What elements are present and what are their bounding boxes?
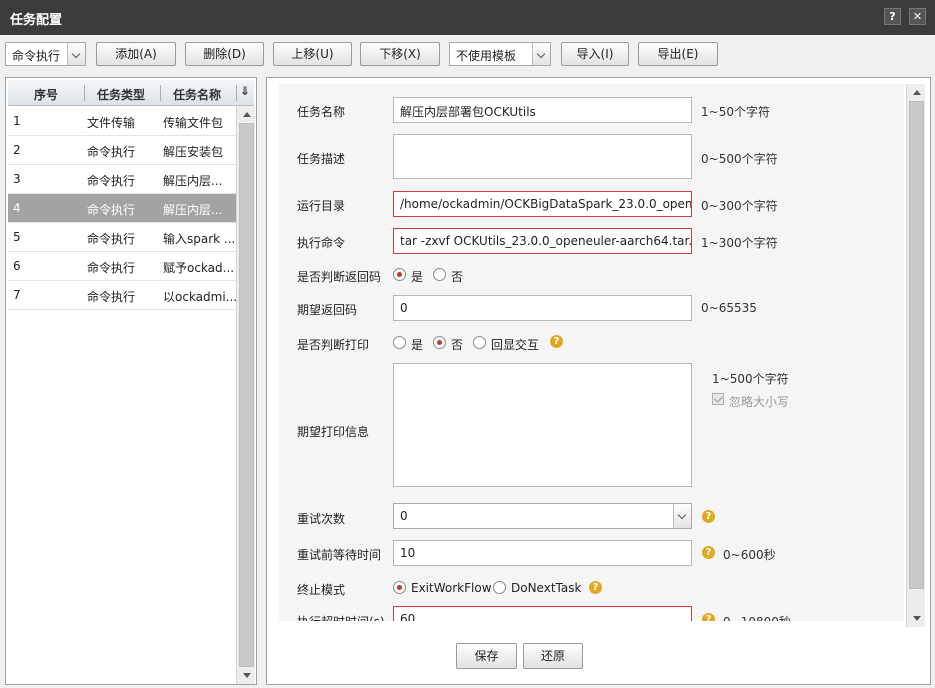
ignore-case-label[interactable]: 忽略大小写 (729, 393, 789, 410)
retry-count-select[interactable]: 0 (393, 503, 692, 529)
check-print-yes-radio[interactable] (393, 336, 406, 349)
close-button[interactable]: ✕ (909, 8, 926, 25)
chevron-down-icon[interactable] (532, 43, 550, 65)
task-desc-textarea[interactable] (393, 134, 692, 179)
task-form: 任务名称 解压内层部署包OCKUtils 1~50个字符 任务描述 0~500个… (279, 84, 904, 621)
window-titlebar: 任务配置 ? ✕ (0, 0, 935, 35)
table-row[interactable]: 1 文件传输 传输文件包 (8, 107, 238, 136)
expected-return-hint: 0~65535 (701, 301, 757, 315)
check-print-echo-radio[interactable] (473, 336, 486, 349)
exec-cmd-input[interactable]: tar -zxvf OCKUtils_23.0.0_openeuler-aarc… (393, 228, 692, 254)
expected-print-hint: 1~500个字符 (712, 372, 789, 386)
scroll-up-icon[interactable] (237, 106, 255, 122)
question-icon[interactable]: ? (589, 581, 602, 594)
window-title: 任务配置 (10, 13, 63, 28)
retry-wait-hint: 0~600秒 (723, 548, 776, 562)
table-row[interactable]: 5 命令执行 输入spark ... (8, 223, 238, 252)
retry-count-value: 0 (400, 509, 408, 523)
scroll-thumb[interactable] (239, 123, 254, 667)
exec-cmd-label: 执行命令 (297, 236, 346, 250)
restore-button[interactable]: 还原 (523, 643, 583, 669)
header-no: 序号 (34, 88, 59, 102)
header-type: 任务类型 (97, 88, 146, 102)
stop-mode-next-radio[interactable] (493, 581, 506, 594)
exec-timeout-hint: 0~10800秒 (723, 613, 791, 621)
task-type-select-value: 命令执行 (12, 49, 61, 63)
import-button[interactable]: 导入(I) (561, 42, 629, 66)
stop-mode-exit-radio[interactable] (393, 581, 406, 594)
expected-return-input[interactable]: 0 (393, 295, 692, 321)
task-desc-hint: 0~500个字符 (701, 152, 778, 166)
run-dir-label: 运行目录 (297, 199, 346, 213)
stop-mode-label: 终止模式 (297, 583, 346, 597)
expected-return-label: 期望返回码 (297, 303, 358, 317)
expected-print-textarea[interactable] (393, 363, 692, 487)
check-return-no-label[interactable]: 否 (451, 268, 463, 285)
expected-print-label: 期望打印信息 (297, 425, 370, 439)
exec-timeout-input[interactable]: 60 (393, 606, 692, 621)
question-icon[interactable]: ? (702, 546, 715, 559)
exec-timeout-label: 执行超时时间(s) (297, 613, 385, 621)
table-row[interactable]: 7 命令执行 以ockadmi... (8, 281, 238, 310)
scroll-thumb[interactable] (909, 101, 924, 589)
chevron-down-icon[interactable] (67, 43, 85, 65)
table-row[interactable]: 3 命令执行 解压内层... (8, 165, 238, 194)
task-desc-label: 任务描述 (297, 152, 346, 166)
retry-count-label: 重试次数 (297, 512, 346, 526)
check-return-label: 是否判断返回码 (297, 270, 382, 284)
check-print-yes-label[interactable]: 是 (411, 336, 423, 353)
check-print-no-radio[interactable] (433, 336, 446, 349)
table-row-selected[interactable]: 4 命令执行 解压内层... (8, 194, 238, 223)
table-row[interactable]: 2 命令执行 解压安装包 (8, 136, 238, 165)
exec-cmd-hint: 1~300个字符 (701, 236, 778, 250)
run-dir-hint: 0~300个字符 (701, 199, 778, 213)
check-print-label: 是否判断打印 (297, 338, 370, 352)
ignore-case-checkbox[interactable] (712, 393, 724, 405)
check-print-no-label[interactable]: 否 (451, 336, 463, 353)
question-icon[interactable]: ? (550, 335, 563, 348)
task-name-label: 任务名称 (297, 105, 346, 119)
template-select[interactable]: 不使用模板 (449, 42, 551, 66)
move-up-button[interactable]: 上移(U) (273, 42, 352, 66)
header-name: 任务名称 (173, 88, 222, 102)
scroll-up-icon[interactable] (907, 84, 925, 100)
template-select-value: 不使用模板 (456, 49, 517, 63)
task-list-scrollbar[interactable] (236, 106, 255, 684)
task-form-panel: 任务名称 解压内层部署包OCKUtils 1~50个字符 任务描述 0~500个… (266, 77, 931, 685)
column-menu-icon[interactable]: ⇓ (240, 84, 250, 98)
task-list-header: 序号 任务类型 任务名称 ⇓ (8, 80, 254, 106)
stop-mode-exit-label[interactable]: ExitWorkFlow (411, 581, 492, 595)
stop-mode-next-label[interactable]: DoNextTask (511, 581, 581, 595)
check-return-yes-label[interactable]: 是 (411, 268, 423, 285)
help-button[interactable]: ? (884, 8, 901, 25)
run-dir-input[interactable]: /home/ockadmin/OCKBigDataSpark_23.0.0_op… (393, 191, 692, 217)
toolbar: 命令执行 添加(A) 删除(D) 上移(U) 下移(X) 不使用模板 导入(I)… (0, 35, 935, 75)
export-button[interactable]: 导出(E) (638, 42, 718, 66)
scroll-down-icon[interactable] (237, 668, 255, 684)
scroll-down-icon[interactable] (907, 611, 925, 627)
task-name-input[interactable]: 解压内层部署包OCKUtils (393, 97, 692, 123)
table-row[interactable]: 6 命令执行 赋予ockad... (8, 252, 238, 281)
task-list-panel: 序号 任务类型 任务名称 ⇓ 1 文件传输 传输文件包 2 命令执行 解压安装包… (5, 77, 257, 685)
retry-wait-input[interactable]: 10 (393, 540, 692, 566)
move-down-button[interactable]: 下移(X) (360, 42, 440, 66)
add-button[interactable]: 添加(A) (96, 42, 176, 66)
question-icon[interactable]: ? (702, 510, 715, 523)
task-name-hint: 1~50个字符 (701, 105, 770, 119)
form-scrollbar[interactable] (906, 84, 925, 627)
check-return-yes-radio[interactable] (393, 268, 406, 281)
check-return-no-radio[interactable] (433, 268, 446, 281)
question-icon[interactable]: ? (702, 613, 715, 621)
save-button[interactable]: 保存 (456, 643, 517, 669)
retry-wait-label: 重试前等待时间 (297, 548, 382, 562)
chevron-down-icon[interactable] (673, 504, 691, 528)
check-print-echo-label[interactable]: 回显交互 (491, 336, 539, 353)
delete-button[interactable]: 删除(D) (185, 42, 264, 66)
task-type-select[interactable]: 命令执行 (5, 42, 86, 66)
